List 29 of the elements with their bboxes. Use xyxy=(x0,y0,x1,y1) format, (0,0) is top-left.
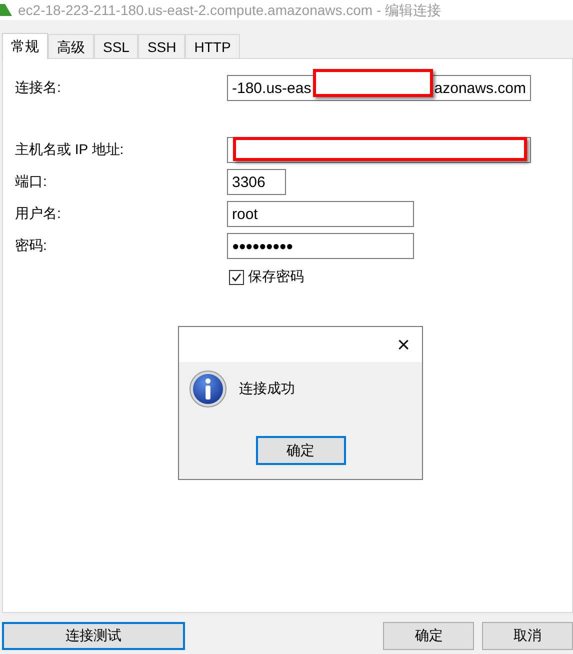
field-label: 密码: xyxy=(14,237,48,255)
dialog-button[interactable]: 连接测试 xyxy=(2,622,186,650)
tab[interactable]: HTTP xyxy=(185,34,240,58)
dialog-button[interactable]: 取消 xyxy=(482,622,573,650)
info-icon xyxy=(189,370,227,408)
field-label: 连接名: xyxy=(14,79,62,97)
tab[interactable]: SSL xyxy=(94,34,138,58)
field-label: 用户名: xyxy=(14,205,62,223)
field-value: root xyxy=(232,206,258,222)
tab[interactable]: 高级 xyxy=(48,34,94,58)
field-value: -180.us-eas xyxy=(232,80,312,96)
checkbox[interactable] xyxy=(229,270,244,284)
app-icon xyxy=(0,4,12,16)
checkbox-label: 保存密码 xyxy=(248,268,304,286)
ok-button[interactable]: 确定 xyxy=(256,436,346,465)
dialog-message: 连接成功 xyxy=(239,380,295,398)
password-dots: ●●●●●●●●● xyxy=(232,239,293,253)
field-value: 3306 xyxy=(232,174,266,190)
field-label: 端口: xyxy=(14,173,48,191)
password-field[interactable]: ●●●●●●●●● xyxy=(227,233,414,259)
field-value: azonaws.com xyxy=(434,80,526,96)
tab[interactable]: SSH xyxy=(138,34,186,58)
tab[interactable]: 常规 xyxy=(2,33,48,59)
input-field[interactable]: root xyxy=(227,201,414,227)
input-field[interactable]: 3306 xyxy=(227,169,286,195)
window-title: ec2-18-223-211-180.us-east-2.compute.amazonaws.com - 编辑连接 xyxy=(18,2,442,18)
close-icon[interactable]: × xyxy=(397,334,410,356)
field-label: 主机名或 IP 地址: xyxy=(14,141,125,159)
dialog-button[interactable]: 确定 xyxy=(383,622,474,650)
